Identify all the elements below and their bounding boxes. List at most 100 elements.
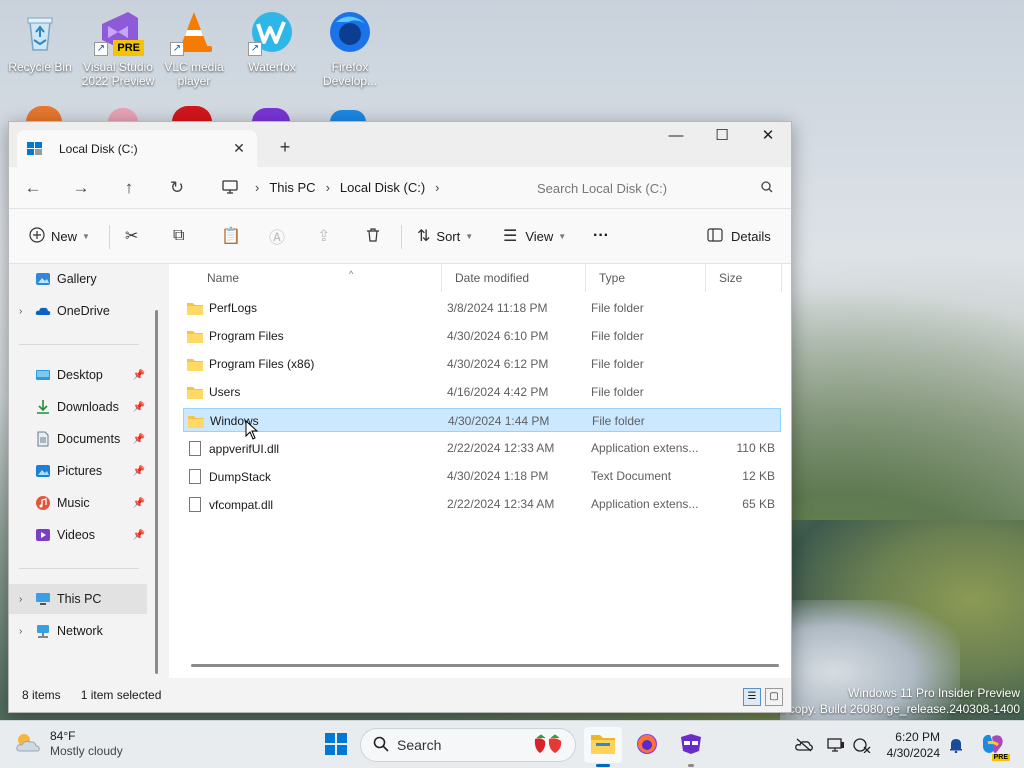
address-bar: ← → ↑ ↻ › This PC › Local Disk (C:) › Se… <box>9 167 791 208</box>
share-button[interactable]: ⇪ <box>317 226 330 246</box>
sort-ascending-icon: ^ <box>349 269 354 279</box>
clock-time: 6:20 PM <box>895 730 940 744</box>
pin-icon[interactable]: 📌 <box>133 434 145 445</box>
back-button[interactable]: ← <box>9 178 57 198</box>
column-divider[interactable] <box>441 264 442 292</box>
sidebar-item-documents[interactable]: Documents 📌 <box>9 424 149 454</box>
breadcrumb[interactable]: › This PC › Local Disk (C:) › <box>215 171 515 203</box>
details-view-button[interactable]: ☰ <box>743 688 761 706</box>
desktop-icon-recycle-bin[interactable]: Recycle Bin <box>2 8 78 74</box>
up-button[interactable]: ↑ <box>105 178 153 198</box>
trash-icon <box>365 227 381 246</box>
close-button[interactable]: ✕ <box>745 122 791 152</box>
chevron-right-icon[interactable]: › <box>19 594 35 605</box>
cut-button[interactable]: ✂ <box>125 226 138 246</box>
desktop-icon-visual-studio[interactable]: PRE ↗ Visual Studio 2022 Preview <box>80 8 156 88</box>
more-options-button[interactable]: ··· <box>593 227 609 245</box>
file-row[interactable]: PerfLogs 3/8/2024 11:18 PM File folder <box>183 296 781 320</box>
taskbar-app-purple[interactable] <box>674 727 708 767</box>
sidebar-item-downloads[interactable]: Downloads 📌 <box>9 392 149 422</box>
clock[interactable]: 6:20 PM 4/30/2024 <box>887 729 940 761</box>
breadcrumb-local-disk[interactable]: Local Disk (C:) <box>340 180 425 195</box>
desktop-icon-vlc[interactable]: ↗ VLC media player <box>156 8 232 88</box>
column-divider[interactable] <box>781 264 782 292</box>
search-placeholder: Search Local Disk (C:) <box>537 180 668 196</box>
chevron-right-icon[interactable]: › <box>255 180 259 195</box>
pin-icon[interactable]: 📌 <box>133 530 145 541</box>
file-row-selected[interactable]: Windows 4/30/2024 1:44 PM File folder <box>183 408 781 432</box>
pin-icon[interactable]: 📌 <box>133 466 145 477</box>
forward-button[interactable]: → <box>57 178 105 198</box>
taskbar-search[interactable]: Search <box>360 728 576 762</box>
tray-network-icon[interactable] <box>850 727 874 763</box>
sidebar-item-label: Desktop <box>57 368 103 382</box>
horizontal-scrollbar[interactable] <box>191 664 779 667</box>
videos-icon <box>35 527 51 543</box>
tab-label: Local Disk (C:) <box>59 141 138 156</box>
toolbar-divider <box>401 225 402 249</box>
column-divider[interactable] <box>705 264 706 292</box>
chevron-right-icon[interactable]: › <box>435 180 439 195</box>
sidebar-item-music[interactable]: Music 📌 <box>9 488 149 518</box>
file-row[interactable]: Program Files 4/30/2024 6:10 PM File fol… <box>183 324 781 348</box>
taskbar-file-explorer[interactable] <box>584 727 622 767</box>
search-input[interactable]: Search Local Disk (C:) <box>525 172 785 204</box>
copy-button[interactable]: ⧉ <box>173 227 184 245</box>
delete-button[interactable] <box>365 227 381 246</box>
breadcrumb-this-pc[interactable]: This PC <box>269 180 315 195</box>
file-row[interactable]: appverifUI.dll 2/22/2024 12:33 AM Applic… <box>183 436 781 460</box>
firefox-dev-icon <box>326 8 374 56</box>
maximize-button[interactable]: ☐ <box>699 122 745 152</box>
copilot-icon[interactable]: PRE <box>978 727 1010 763</box>
file-row[interactable]: DumpStack 4/30/2024 1:18 PM Text Documen… <box>183 464 781 488</box>
pin-icon[interactable]: 📌 <box>133 370 145 381</box>
file-row[interactable]: vfcompat.dll 2/22/2024 12:34 AM Applicat… <box>183 492 781 516</box>
column-divider[interactable] <box>585 264 586 292</box>
view-button[interactable]: ☰ View ▼ <box>503 226 566 246</box>
sidebar-item-onedrive[interactable]: › OneDrive <box>9 296 149 326</box>
chevron-right-icon[interactable]: › <box>326 180 330 195</box>
column-header-size[interactable]: Size <box>711 264 781 292</box>
selection-count: 1 item selected <box>80 688 162 702</box>
title-bar[interactable]: Local Disk (C:) ✕ + — ☐ ✕ <box>9 122 791 167</box>
sidebar-scrollbar[interactable] <box>155 310 158 674</box>
chevron-right-icon[interactable]: › <box>19 306 35 317</box>
desktop-icon-firefox-dev[interactable]: Firefox Develop... <box>312 8 388 88</box>
shortcut-arrow-icon: ↗ <box>94 42 108 56</box>
sidebar-item-desktop[interactable]: Desktop 📌 <box>9 360 149 390</box>
sidebar-item-videos[interactable]: Videos 📌 <box>9 520 149 550</box>
pin-icon[interactable]: 📌 <box>133 498 145 509</box>
new-tab-button[interactable]: + <box>271 134 299 162</box>
minimize-button[interactable]: — <box>653 122 699 152</box>
tab-local-disk[interactable]: Local Disk (C:) ✕ <box>17 130 257 167</box>
tray-cloud-off-icon[interactable] <box>792 727 816 763</box>
tiles-view-button[interactable]: ▢ <box>765 688 783 706</box>
column-header-name[interactable]: Name ^ <box>199 264 439 292</box>
notification-bell-icon[interactable] <box>946 727 966 763</box>
rename-button[interactable]: Ⓐ <box>269 224 285 248</box>
refresh-button[interactable]: ↻ <box>153 178 201 198</box>
column-header-type[interactable]: Type <box>591 264 701 292</box>
desktop-icon-waterfox[interactable]: ↗ Waterfox <box>234 8 310 74</box>
paste-button[interactable]: 📋 <box>221 226 241 246</box>
pin-icon[interactable]: 📌 <box>133 402 145 413</box>
new-button[interactable]: New ▼ <box>29 226 90 246</box>
taskbar-firefox[interactable] <box>630 727 664 763</box>
sort-button[interactable]: ⇅ Sort ▼ <box>417 226 473 246</box>
sidebar-item-this-pc[interactable]: › This PC <box>9 584 147 614</box>
file-row[interactable]: Users 4/16/2024 4:42 PM File folder <box>183 380 781 404</box>
sidebar-item-gallery[interactable]: Gallery <box>9 264 149 294</box>
chevron-right-icon[interactable]: › <box>19 626 35 637</box>
file-name: appverifUI.dll <box>209 441 280 456</box>
recycle-bin-icon <box>16 8 64 56</box>
sidebar-item-network[interactable]: › Network <box>9 616 149 646</box>
tray-display-icon[interactable] <box>824 727 848 763</box>
start-button[interactable] <box>320 727 352 763</box>
weather-widget[interactable]: 84°F Mostly cloudy <box>14 729 123 759</box>
tab-close-icon[interactable]: ✕ <box>231 140 247 157</box>
sidebar-item-pictures[interactable]: Pictures 📌 <box>9 456 149 486</box>
file-row[interactable]: Program Files (x86) 4/30/2024 6:12 PM Fi… <box>183 352 781 376</box>
column-header-date[interactable]: Date modified <box>447 264 587 292</box>
details-pane-button[interactable]: Details <box>707 227 771 245</box>
monitor-icon[interactable] <box>215 180 245 194</box>
